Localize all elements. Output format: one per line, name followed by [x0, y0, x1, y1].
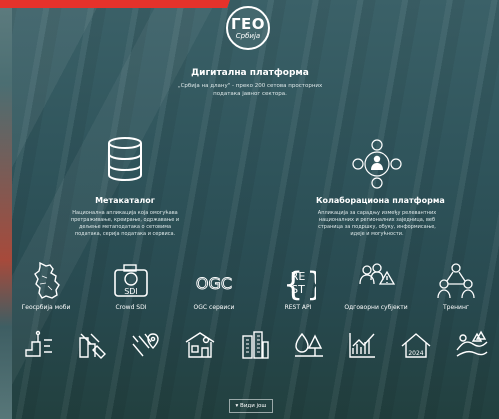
- page-title: Дигитална платформа: [191, 68, 309, 78]
- serbia-map-icon: [30, 262, 62, 300]
- training-icon: [436, 262, 476, 300]
- cadastre-parcel-icon[interactable]: [24, 330, 54, 360]
- responsible-entities-icon: [356, 262, 396, 300]
- tile-label: Одговорни субјекти: [344, 304, 408, 311]
- sdi-badge: SDI: [124, 287, 138, 296]
- collaboration-icon[interactable]: [350, 138, 404, 190]
- camera-sdi-icon: SDI: [112, 262, 150, 300]
- red-accent-bar: [0, 0, 230, 8]
- rest-api-icon: {REST}: [280, 262, 316, 302]
- page-subtitle: „Србија на длану" - преко 200 сетова про…: [177, 83, 323, 97]
- ogc-icon: OGC: [193, 262, 235, 300]
- census-badge: 2024: [408, 350, 423, 357]
- collaboration-description: Апликација за сарадњу између релевантних…: [317, 210, 437, 237]
- platform-page: ГЕО Србија Дигитална платформа „Србија н…: [0, 0, 499, 419]
- geo-srbija-logo[interactable]: ГЕО Србија: [226, 6, 270, 50]
- collaboration-title[interactable]: Колаборациона платформа: [316, 196, 445, 205]
- route-map-icon[interactable]: [131, 330, 161, 360]
- tile-label: Тренинг: [442, 304, 470, 311]
- view-more-label: Види још: [240, 403, 267, 409]
- tile-label: OGC сервиси: [193, 304, 235, 311]
- address-icon[interactable]: [184, 330, 216, 360]
- environment-icon[interactable]: [293, 330, 325, 360]
- statistics-icon[interactable]: [347, 330, 377, 360]
- left-photo-strip: [0, 0, 12, 419]
- logo-subtext: Србија: [235, 31, 261, 40]
- view-more-button[interactable]: ▾ Види још: [229, 399, 273, 413]
- svg-text:}: }: [306, 265, 316, 302]
- landscape-icon[interactable]: [455, 330, 489, 360]
- metacatalog-title[interactable]: Метакаталог: [72, 196, 178, 205]
- census-2024-icon[interactable]: 2024: [400, 330, 432, 360]
- ogc-badge: OGC: [196, 274, 232, 293]
- metacatalog-description: Национална апликација која омогућава пре…: [70, 210, 180, 237]
- tile-label: Crowd SDI: [115, 304, 147, 311]
- logo-text: ГЕО: [230, 14, 266, 33]
- arrow-down-icon: ▾: [235, 403, 239, 409]
- tile-label: REST API: [284, 304, 312, 311]
- database-icon[interactable]: [106, 136, 144, 182]
- rest-badge-top: RE: [291, 270, 306, 283]
- planning-icon[interactable]: [77, 330, 107, 360]
- rest-badge-bottom: ST: [291, 283, 305, 296]
- buildings-icon[interactable]: [240, 330, 270, 360]
- tile-label: Геосрбија моби: [21, 304, 71, 311]
